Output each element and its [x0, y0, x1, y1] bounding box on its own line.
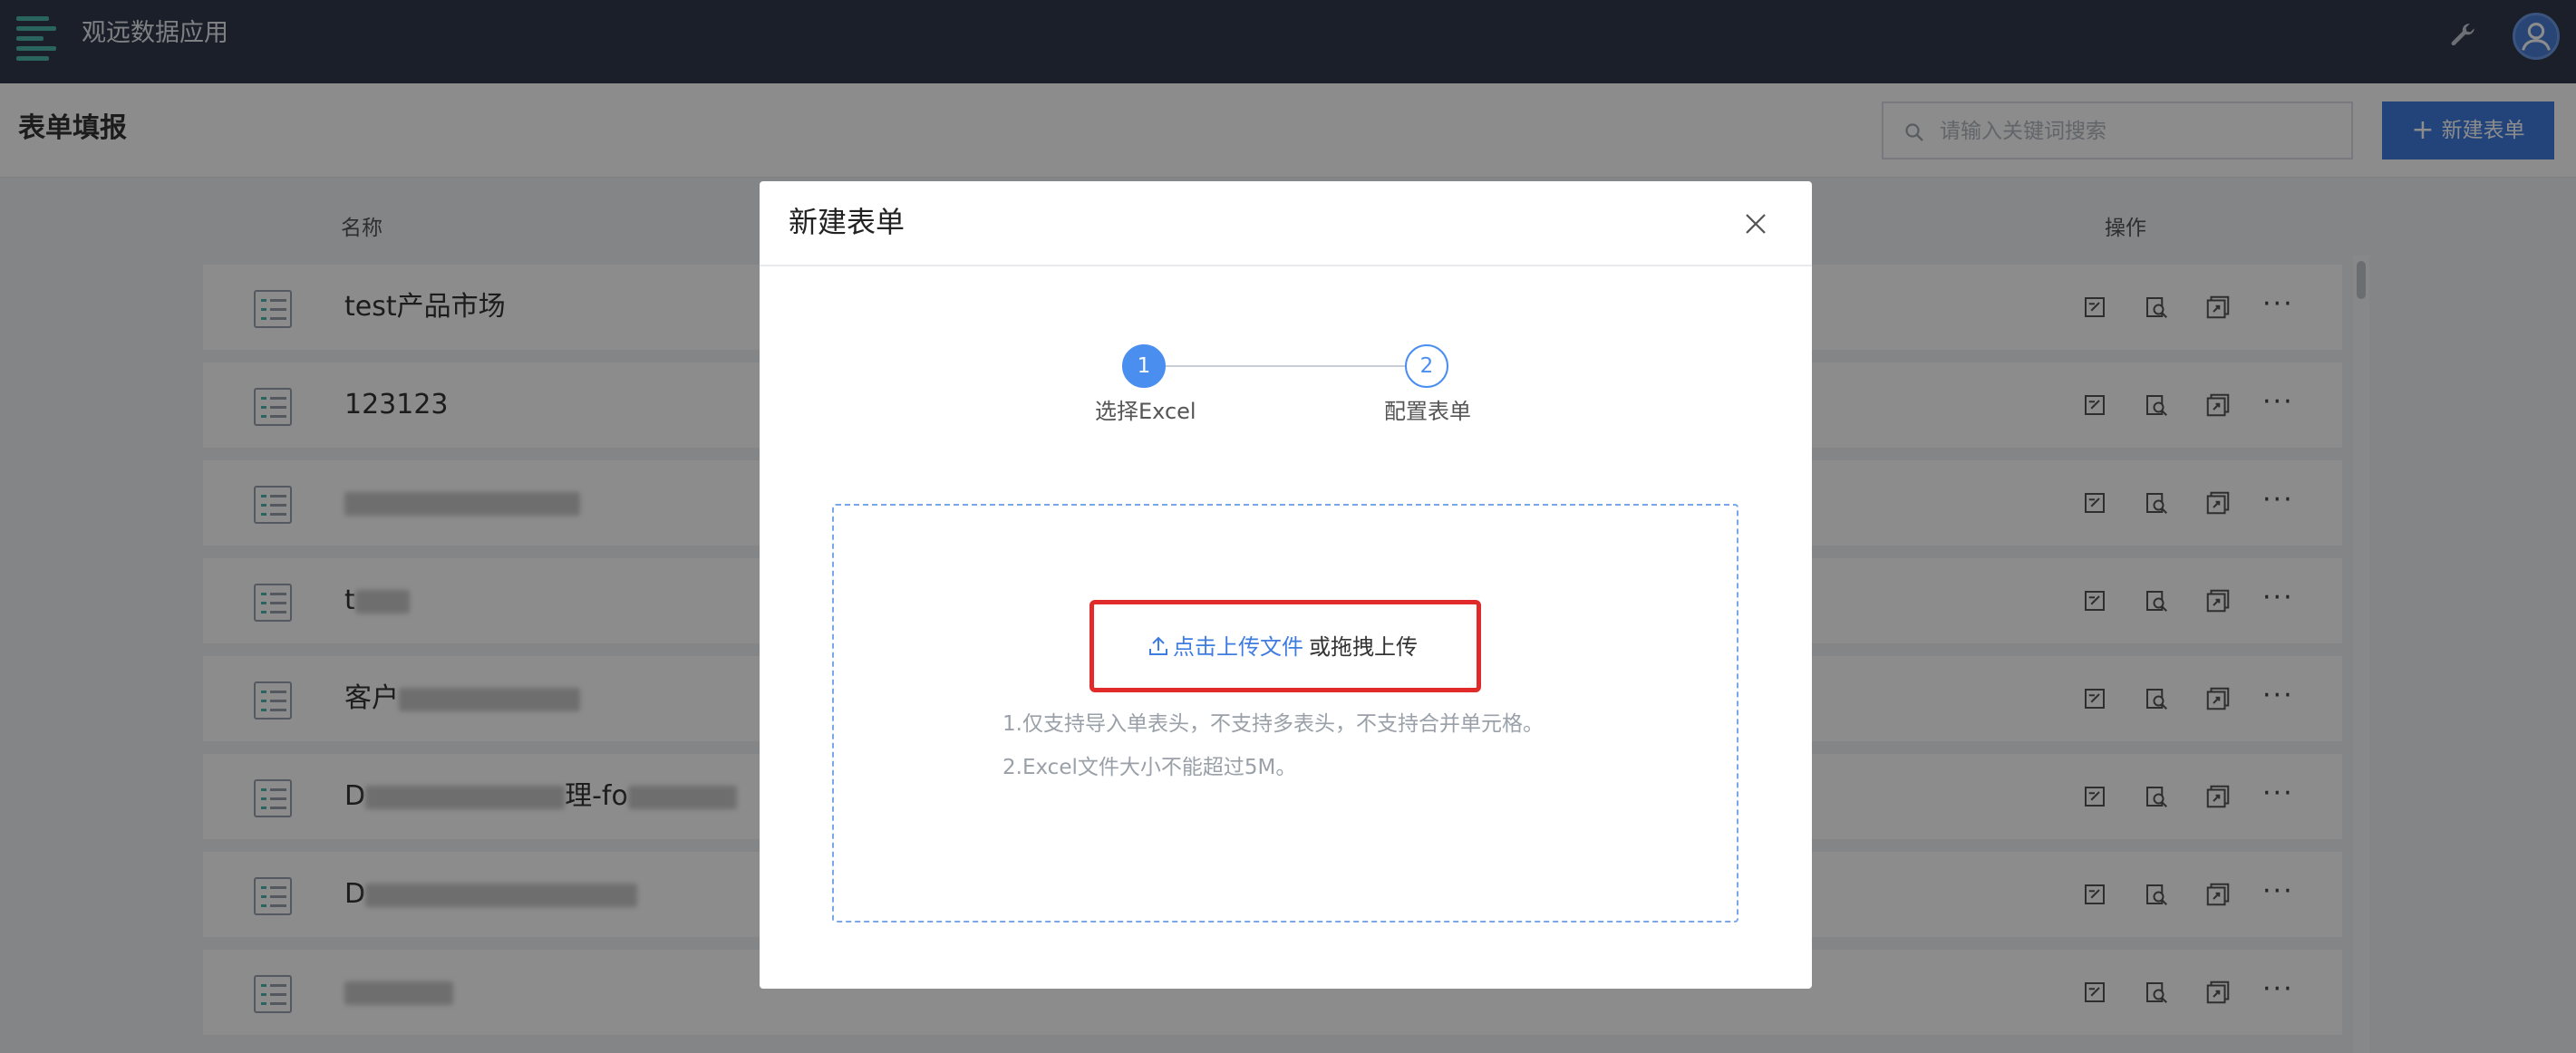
step-1-label: 选择Excel — [1095, 399, 1196, 424]
step-2-label: 配置表单 — [1384, 399, 1471, 424]
upload-prompt: 点击上传文件 或拖拽上传 — [1148, 633, 1418, 662]
upload-file-link[interactable]: 点击上传文件 — [1173, 634, 1303, 660]
step-2-indicator: 2 — [1405, 344, 1448, 388]
step-1-indicator: 1 — [1122, 344, 1166, 388]
dialog-header: 新建表单 — [760, 181, 1812, 266]
upload-hint-2: 2.Excel文件大小不能超过5M。 — [1002, 756, 1297, 779]
close-icon[interactable] — [1742, 210, 1769, 237]
step-connector — [1166, 365, 1405, 367]
upload-hint-1: 1.仅支持导入单表头，不支持多表头，不支持合并单元格。 — [1002, 712, 1544, 736]
drag-upload-text: 或拖拽上传 — [1309, 634, 1418, 660]
upload-icon — [1149, 636, 1167, 655]
dialog-title: 新建表单 — [789, 205, 905, 239]
new-form-dialog: 新建表单 1 2 选择Excel 配置表单 点击上传文件 或拖拽上传 1.仅支持导… — [760, 181, 1812, 989]
